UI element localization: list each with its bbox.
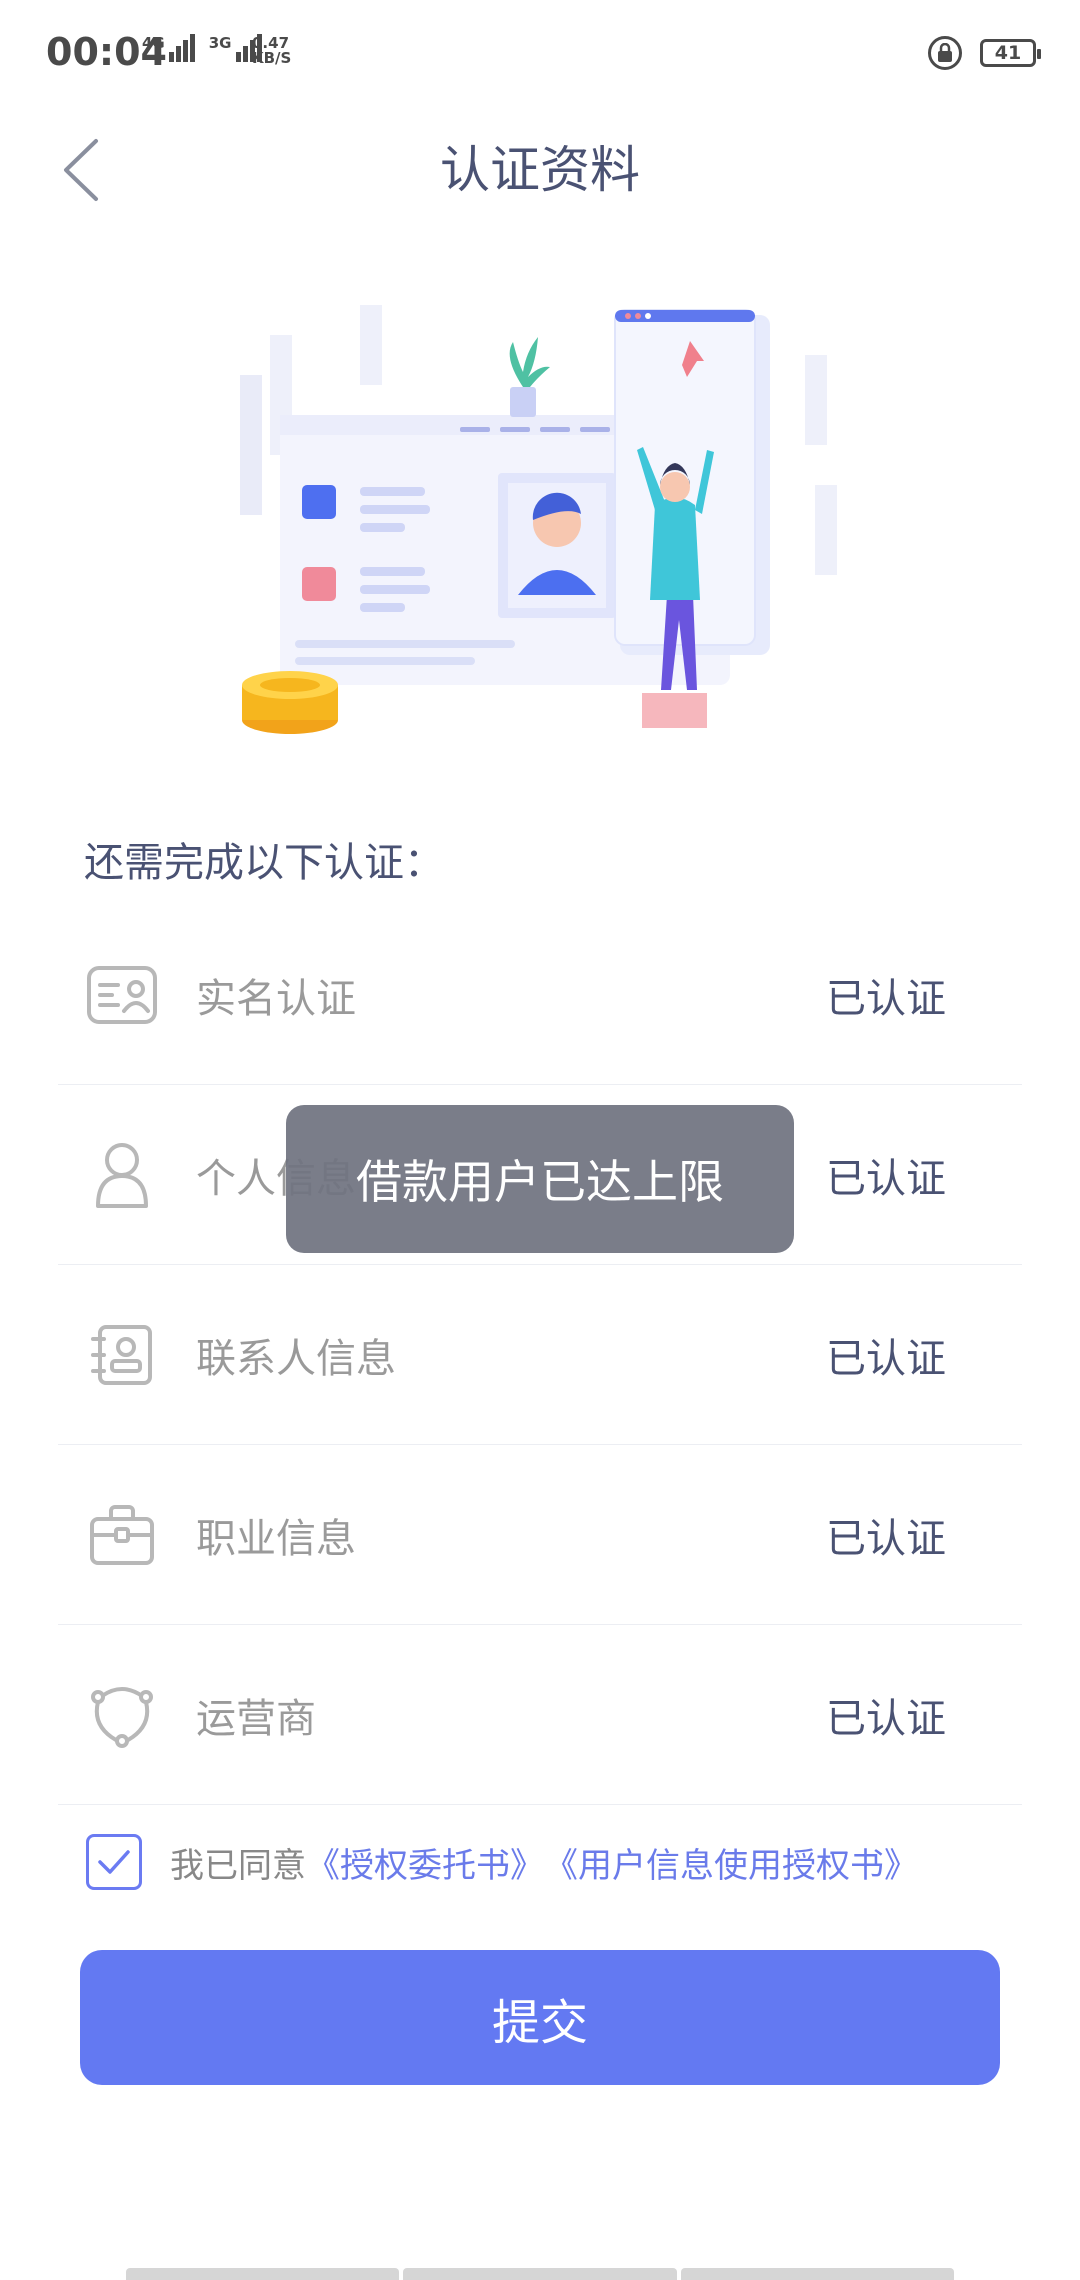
signal-bar — [189, 34, 195, 62]
auth-item-status: 已认证 — [826, 975, 946, 1022]
agreement-checkbox[interactable] — [86, 1834, 142, 1890]
nav-gesture-segment — [403, 2268, 677, 2280]
auth-item-occupation[interactable]: 职业信息 已认证 — [58, 1445, 1022, 1625]
contacts-icon — [86, 1319, 158, 1391]
battery-level: 41 — [994, 42, 1022, 64]
auth-item-status: 已认证 — [826, 1335, 946, 1382]
network-indicators: 4G 3G — [142, 34, 262, 62]
nav-header: 认证资料 — [0, 110, 1080, 230]
auth-item-label: 联系人信息 — [196, 1335, 396, 1382]
auth-item-status: 已认证 — [826, 1155, 946, 1202]
person-icon — [86, 1139, 158, 1211]
authorization-letter-link[interactable]: 《授权委托书》 — [306, 1838, 544, 1887]
battery-icon: 41 — [980, 39, 1041, 67]
auth-item-status: 已认证 — [826, 1515, 946, 1562]
status-bar: 00:04 4G 3G 0.47 KB/S 41 — [0, 0, 1080, 110]
user-info-authorization-link[interactable]: 《用户信息使用授权书》 — [544, 1838, 918, 1887]
signal-4g: 4G — [142, 34, 195, 62]
network-speed: 0.47 KB/S — [252, 36, 291, 66]
auth-item-contacts[interactable]: 联系人信息 已认证 — [58, 1265, 1022, 1445]
nav-gesture-bar — [126, 2268, 954, 2280]
status-right: 41 — [928, 36, 1041, 70]
network-4g-label: 4G — [142, 34, 165, 52]
check-icon — [98, 1850, 130, 1874]
operator-icon — [86, 1679, 158, 1751]
auth-item-label: 实名认证 — [196, 975, 356, 1022]
signal-bar — [235, 52, 241, 62]
signal-bar — [182, 40, 188, 62]
signal-bar — [242, 46, 248, 62]
id-card-icon — [86, 959, 158, 1031]
auth-item-real-name[interactable]: 实名认证 已认证 — [58, 905, 1022, 1085]
signal-bar — [175, 46, 181, 62]
page-title: 认证资料 — [440, 141, 640, 199]
auth-item-label: 运营商 — [196, 1695, 316, 1742]
nav-gesture-segment — [680, 2268, 954, 2280]
rotation-lock-icon — [928, 36, 962, 70]
auth-item-operator[interactable]: 运营商 已认证 — [58, 1625, 1022, 1805]
network-3g-label: 3G — [208, 34, 232, 52]
network-speed-unit: KB/S — [252, 49, 292, 67]
nav-gesture-segment — [126, 2268, 400, 2280]
agreement-row: 我已同意 《授权委托书》 《用户信息使用授权书》 — [86, 1834, 918, 1890]
briefcase-icon — [86, 1499, 158, 1571]
auth-list: 实名认证 已认证 个人信息 已认证 联系人信息 已认证 职业信息 已认证 运营商… — [58, 905, 1022, 1805]
agreement-prefix: 我已同意 — [170, 1845, 306, 1886]
auth-item-label: 职业信息 — [196, 1515, 356, 1562]
section-title: 还需完成以下认证： — [84, 840, 444, 886]
submit-button[interactable]: 提交 — [80, 1950, 1000, 2085]
verification-illustration — [240, 305, 837, 734]
signal-bar — [168, 52, 174, 62]
toast-message: 借款用户已达上限 — [286, 1105, 794, 1253]
auth-item-status: 已认证 — [826, 1695, 946, 1742]
